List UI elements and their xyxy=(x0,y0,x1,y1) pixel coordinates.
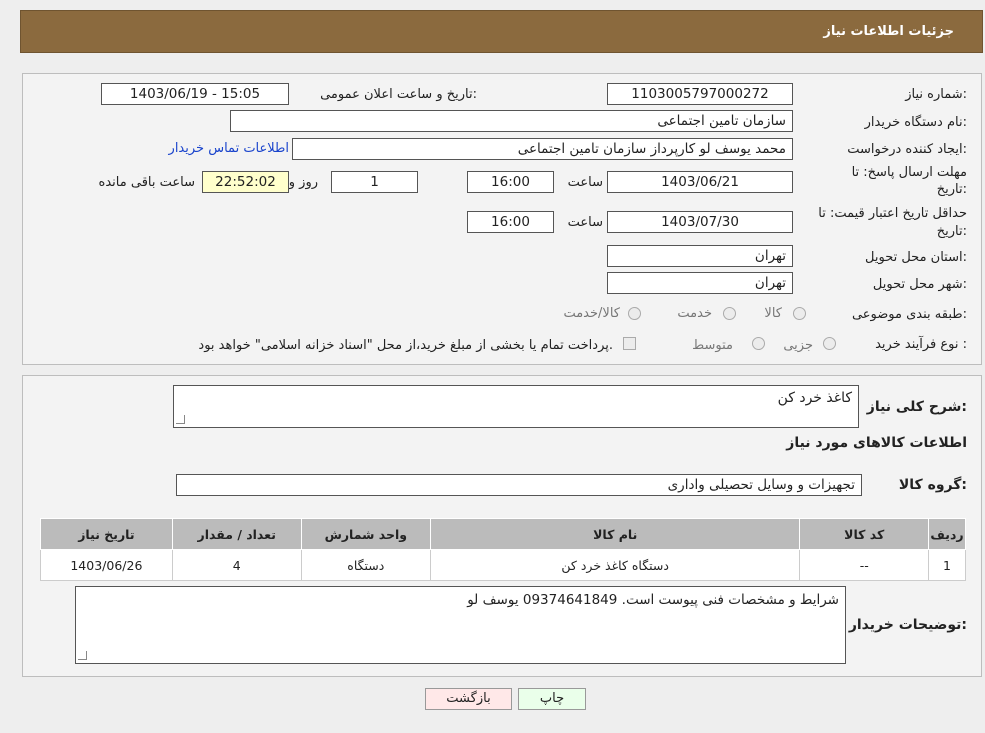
page-title: جزئیات اطلاعات نیاز xyxy=(823,24,954,39)
summary-textarea[interactable]: کاغذ خرد کن xyxy=(173,385,859,428)
cell-qty: 4 xyxy=(171,549,302,581)
days-label: روز و xyxy=(288,175,318,190)
cell-row: 1 xyxy=(928,549,966,581)
need-number-field[interactable]: 1103005797000272 xyxy=(607,83,793,105)
cell-name: دستگاه کاغذ خرد کن xyxy=(429,549,801,581)
goods-info-title: اطلاعات کالاهای مورد نیاز xyxy=(786,435,967,451)
goods-group-label: گروه کالا: xyxy=(898,477,967,493)
col-row-header: ردیف xyxy=(928,518,966,550)
process-minor-radio[interactable] xyxy=(823,337,836,350)
process-medium-radio[interactable] xyxy=(752,337,765,350)
cell-code: -- xyxy=(799,549,930,581)
category-goods-radio[interactable] xyxy=(793,307,806,320)
summary-label: شرح کلی نیاز: xyxy=(866,399,967,415)
deadline-date-field[interactable]: 1403/06/21 xyxy=(607,171,793,193)
deadline-time-field[interactable]: 16:00 xyxy=(467,171,554,193)
deadline-time-label: ساعت xyxy=(567,175,603,190)
days-remaining-field[interactable]: 1 xyxy=(331,171,418,193)
goods-group-field[interactable]: تجهیزات و وسایل تحصیلی واداری xyxy=(176,474,862,496)
col-unit-header: واحد شمارش xyxy=(300,518,431,550)
deadline-label-date: تاریخ: xyxy=(936,182,967,197)
validity-time-field[interactable]: 16:00 xyxy=(467,211,554,233)
need-number-label: شماره نیاز: xyxy=(905,87,967,102)
cell-unit: دستگاه xyxy=(300,549,431,581)
col-name-header: نام کالا xyxy=(429,518,801,550)
buyer-notes-textarea[interactable]: شرایط و مشخصات فنی پیوست است. 0937464184… xyxy=(75,586,846,664)
validity-date-field[interactable]: 1403/07/30 xyxy=(607,211,793,233)
category-goods-service-radio[interactable] xyxy=(628,307,641,320)
province-label: استان محل تحویل: xyxy=(865,250,967,265)
buyer-field[interactable]: سازمان تامین اجتماعی xyxy=(230,110,793,132)
category-service-label: خدمت xyxy=(677,306,712,321)
buyer-notes-resize-grip[interactable] xyxy=(78,651,87,660)
col-qty-header: تعداد / مقدار xyxy=(171,518,302,550)
category-label: طبقه بندی موضوعی: xyxy=(851,307,967,322)
summary-resize-grip[interactable] xyxy=(176,415,185,424)
table-header-row: ردیف کد کالا نام کالا واحد شمارش تعداد /… xyxy=(40,518,966,550)
buyer-contact-link[interactable]: اطلاعات تماس خریدار xyxy=(169,141,289,156)
page-header: جزئیات اطلاعات نیاز xyxy=(20,10,983,53)
print-button[interactable]: چاپ xyxy=(518,688,586,710)
cell-date: 1403/06/26 xyxy=(40,549,173,581)
announce-label: تاریخ و ساعت اعلان عمومی: xyxy=(320,87,477,102)
remaining-time-label: ساعت باقی مانده xyxy=(98,175,195,190)
col-code-header: کد کالا xyxy=(799,518,930,550)
creator-field[interactable]: محمد یوسف لو کارپرداز سازمان تامین اجتما… xyxy=(292,138,793,160)
province-field[interactable]: تهران xyxy=(607,245,793,267)
creator-label: ایجاد کننده درخواست: xyxy=(847,142,967,157)
treasury-bonds-checkbox[interactable] xyxy=(623,337,636,350)
goods-table: ردیف کد کالا نام کالا واحد شمارش تعداد /… xyxy=(40,518,966,581)
category-goods-service-label: کالا/خدمت xyxy=(563,306,620,321)
process-medium-label: متوسط xyxy=(692,338,733,353)
city-label: شهر محل تحویل: xyxy=(872,277,967,292)
treasury-bonds-note: پرداخت تمام یا بخشی از مبلغ خرید،از محل … xyxy=(198,338,613,353)
deadline-label: مهلت ارسال پاسخ: تا xyxy=(851,165,967,180)
validity-label-date: تاریخ: xyxy=(936,224,967,239)
process-minor-label: جزیی xyxy=(783,338,813,353)
process-type-label: نوع فرآیند خرید : xyxy=(875,337,967,352)
validity-label: حداقل تاریخ اعتبار قیمت: تا xyxy=(818,206,967,221)
remaining-time-field[interactable]: 22:52:02 xyxy=(202,171,289,193)
announce-datetime-field[interactable]: 1403/06/19 - 15:05 xyxy=(101,83,289,105)
table-row: 1 -- دستگاه کاغذ خرد کن دستگاه 4 1403/06… xyxy=(40,549,966,581)
category-service-radio[interactable] xyxy=(723,307,736,320)
buyer-notes-label: توضیحات خریدار: xyxy=(848,617,967,633)
category-goods-label: کالا xyxy=(764,306,782,321)
validity-time-label: ساعت xyxy=(567,215,603,230)
back-button[interactable]: بازگشت xyxy=(425,688,512,710)
col-date-header: تاریخ نیاز xyxy=(40,518,173,550)
city-field[interactable]: تهران xyxy=(607,272,793,294)
buyer-label: نام دستگاه خریدار: xyxy=(864,115,967,130)
